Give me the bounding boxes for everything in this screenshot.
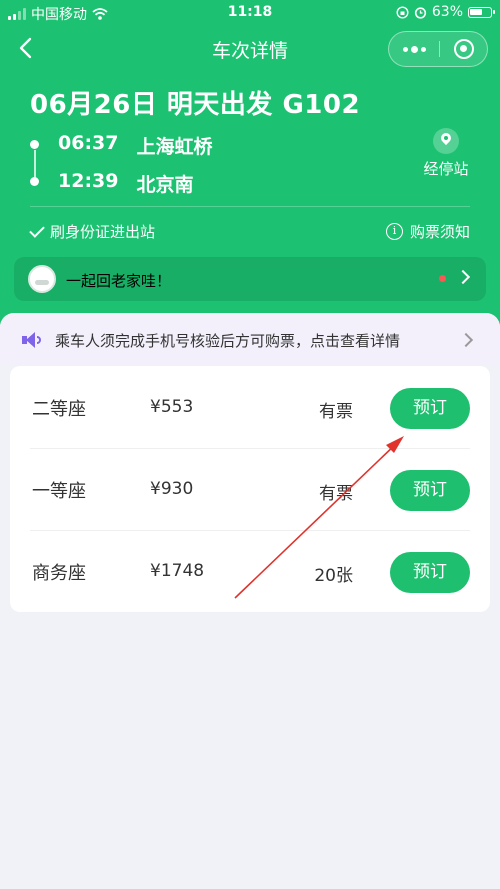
- promo-text: 一起回老家哇！: [66, 272, 172, 290]
- departure-dot: [30, 140, 39, 149]
- seat-row-first-class: 一等座 ¥930 有票 预订: [10, 448, 490, 530]
- seat-row-business-class: 商务座 ¥1748 20张 预订: [10, 530, 490, 612]
- route-line: [34, 150, 36, 180]
- promo-banner[interactable]: 一起回老家哇！: [14, 257, 486, 301]
- book-button[interactable]: 预订: [390, 388, 470, 429]
- close-mini-program-button[interactable]: [439, 32, 489, 66]
- book-button[interactable]: 预订: [390, 552, 470, 593]
- stops-label: 经停站: [423, 160, 469, 178]
- notification-dot: [439, 275, 446, 282]
- status-right: 63%: [396, 4, 495, 20]
- arrival-stop: 12:39 北京南: [58, 170, 194, 197]
- seat-row-second-class: 二等座 ¥553 有票 预订: [10, 366, 490, 448]
- arrival-time: 12:39: [58, 170, 119, 192]
- seat-price: ¥553: [150, 397, 194, 417]
- orientation-lock-icon: [396, 5, 409, 19]
- mini-program-capsule: [388, 31, 488, 67]
- seat-name: 一等座: [32, 481, 86, 502]
- id-gate-info: 刷身份证进出站: [29, 221, 156, 242]
- ticket-notice-button[interactable]: i 购票须知: [385, 221, 470, 242]
- info-icon: i: [385, 223, 403, 240]
- location-pin-icon: [433, 128, 459, 154]
- announcement-bar[interactable]: 乘车人须完成手机号核验后方可购票，点击查看详情: [0, 313, 500, 365]
- seat-name: 二等座: [32, 399, 86, 420]
- battery-icon: [468, 6, 495, 18]
- header-divider: [30, 206, 470, 207]
- arrival-dot: [30, 177, 39, 186]
- speaker-icon: [22, 332, 42, 348]
- seat-name: 商务座: [32, 563, 86, 584]
- stops-button[interactable]: 经停站: [415, 128, 477, 179]
- ticket-notice-label: 购票须知: [409, 223, 470, 241]
- seat-availability: 有票: [319, 402, 353, 422]
- arrival-station: 北京南: [136, 174, 194, 196]
- more-options-button[interactable]: [389, 32, 439, 66]
- id-gate-label: 刷身份证进出站: [50, 223, 156, 241]
- seat-availability: 20张: [314, 566, 353, 586]
- status-bar: 中国移动 11:18 63%: [0, 0, 500, 26]
- seat-price: ¥1748: [150, 561, 205, 581]
- book-button[interactable]: 预订: [390, 470, 470, 511]
- seat-price: ¥930: [150, 479, 194, 499]
- departure-time: 06:37: [58, 132, 119, 154]
- alarm-icon: [414, 6, 426, 19]
- seat-list: 二等座 ¥553 有票 预订 一等座 ¥930 有票 预订 商务座 ¥1748 …: [10, 366, 490, 612]
- trip-headline: 06月26日 明天出发 G102: [30, 90, 361, 120]
- seat-availability: 有票: [319, 484, 353, 504]
- promo-avatar-icon: [28, 265, 56, 293]
- battery-percent: 63%: [431, 4, 463, 20]
- check-icon: [29, 221, 45, 238]
- departure-stop: 06:37 上海虹桥: [58, 132, 213, 159]
- announcement-text: 乘车人须完成手机号核验后方可购票，点击查看详情: [55, 332, 401, 350]
- departure-station: 上海虹桥: [136, 136, 213, 158]
